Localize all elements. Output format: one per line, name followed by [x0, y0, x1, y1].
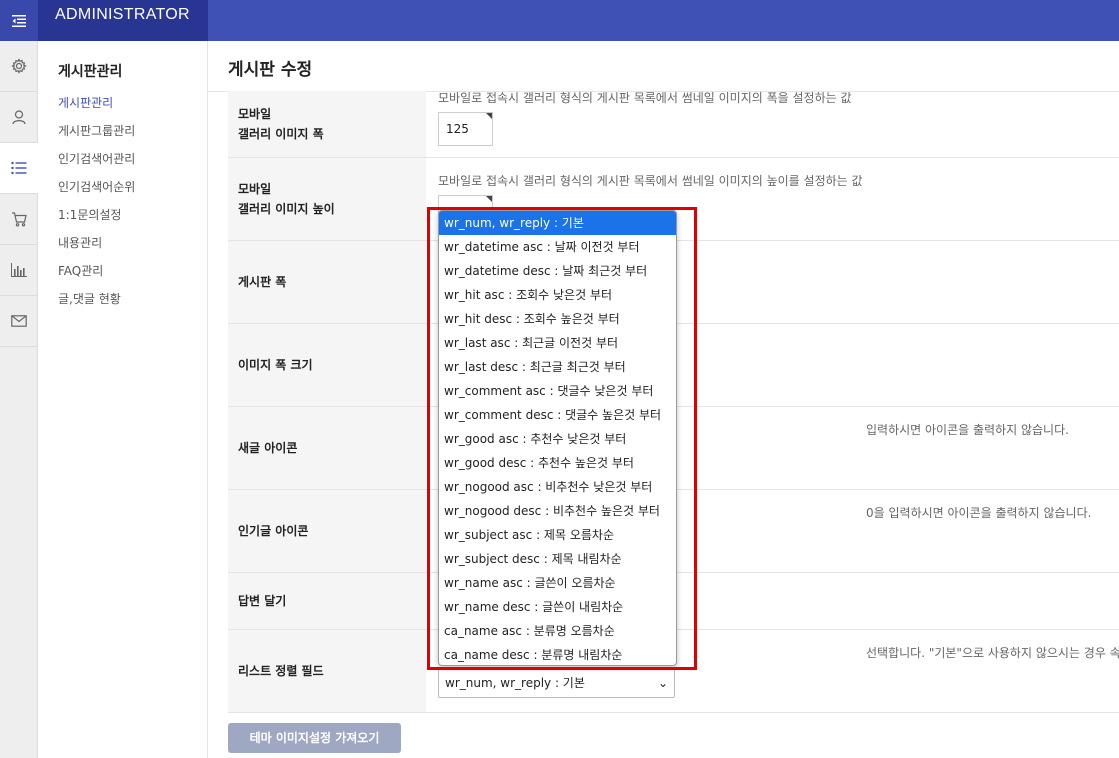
subnav-item-qa-settings[interactable]: 1:1문의설정 [58, 205, 135, 233]
bar-chart-icon [11, 263, 27, 277]
row-label: 모바일 갤러리 이미지 폭 [228, 91, 426, 157]
user-icon [12, 110, 26, 125]
subnav-title: 게시판관리 [58, 64, 123, 80]
subnav-item-popular-search[interactable]: 인기검색어관리 [58, 149, 135, 177]
help-text: 모바일로 접속시 갤러리 형식의 게시판 목록에서 썸네일 이미지의 높이를 설… [438, 174, 863, 188]
gear-icon [11, 58, 27, 74]
sort-field-selected-value: wr_num, wr_reply : 기본 [445, 676, 585, 690]
subnav-item-board-group[interactable]: 게시판그룹관리 [58, 121, 135, 149]
row-label: 모바일 갤러리 이미지 높이 [228, 158, 426, 240]
row-label: 새글 아이콘 [228, 407, 426, 489]
subnav-list: 게시판관리 게시판그룹관리 인기검색어관리 인기검색어순위 1:1문의설정 내용… [58, 93, 135, 317]
help-text: 0을 입력하시면 아이콘을 출력하지 않습니다. [866, 506, 1092, 520]
rail-settings[interactable] [0, 41, 38, 92]
brand[interactable]: ADMINISTRATOR [38, 0, 208, 41]
subnav-item-post-status[interactable]: 글,댓글 현황 [58, 289, 135, 317]
mail-icon [11, 315, 27, 327]
rail-stats[interactable] [0, 245, 38, 296]
sort-field-select[interactable]: wr_num, wr_reply : 기본 ⌄ [438, 668, 675, 698]
label-line-2: 갤러리 이미지 높이 [238, 202, 335, 216]
top-bar: ADMINISTRATOR [0, 0, 1119, 41]
mobile-gallery-width-input[interactable]: 125 [438, 112, 493, 146]
label-line-2: 갤러리 이미지 폭 [238, 127, 324, 141]
row-label: 이미지 폭 크기 [228, 324, 426, 406]
row-label: 리스트 정렬 필드 [228, 630, 426, 712]
subnav-item-popular-rank[interactable]: 인기검색어순위 [58, 177, 135, 205]
rail-members[interactable] [0, 92, 38, 143]
help-text: 입력하시면 아이콘을 출력하지 않습니다. [866, 423, 1069, 437]
rail-sms[interactable] [0, 296, 38, 347]
row-label: 인기글 아이콘 [228, 490, 426, 572]
rail-shop[interactable] [0, 194, 38, 245]
subnav-item-content[interactable]: 내용관리 [58, 233, 135, 261]
row-label: 게시판 폭 [228, 241, 426, 323]
row-mobile-gallery-width: 모바일 갤러리 이미지 폭 모바일로 접속시 갤러리 형식의 게시판 목록에서 … [228, 91, 1119, 158]
theme-image-settings-button[interactable]: 테마 이미지설정 가져오기 [228, 723, 401, 753]
brand-title[interactable]: ADMINISTRATOR [55, 6, 190, 24]
page-title: 게시판 수정 [228, 60, 313, 80]
menu-toggle-button[interactable] [0, 0, 38, 41]
help-text: 모바일로 접속시 갤러리 형식의 게시판 목록에서 썸네일 이미지의 폭을 설정… [438, 91, 852, 105]
list-icon [11, 161, 27, 175]
subnav-item-board-manage[interactable]: 게시판관리 [58, 93, 135, 121]
row-label: 답변 달기 [228, 573, 426, 629]
rail-board[interactable] [0, 143, 38, 194]
sub-navigation: 게시판관리 게시판관리 게시판그룹관리 인기검색어관리 인기검색어순위 1:1문… [38, 41, 208, 758]
chevron-down-icon: ⌄ [657, 676, 668, 690]
cart-icon [12, 212, 27, 227]
highlight-box [427, 207, 697, 670]
label-line-1: 모바일 [238, 106, 272, 121]
subnav-item-faq[interactable]: FAQ관리 [58, 261, 135, 289]
icon-rail [0, 41, 38, 758]
help-text: 선택합니다. "기본"으로 사용하지 않으시는 경우 속도가 느려질 수 있습니… [866, 646, 1119, 660]
label-line-1: 모바일 [238, 181, 272, 196]
menu-collapse-icon [12, 14, 26, 27]
